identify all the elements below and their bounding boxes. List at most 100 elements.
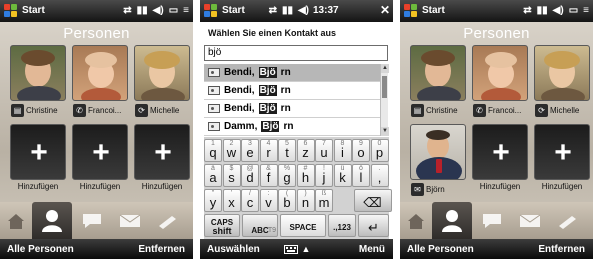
key-j[interactable]: ! j — [315, 164, 333, 187]
numbers-key[interactable]: .,123 — [328, 214, 356, 237]
start-label[interactable]: Start — [422, 5, 445, 16]
backspace-key[interactable]: ⌫ — [353, 189, 392, 212]
contact-tile-christine[interactable] — [10, 45, 66, 101]
key-r[interactable]: 4r — [259, 139, 278, 162]
scroll-thumb[interactable] — [382, 76, 387, 98]
key-o[interactable]: 9o — [352, 139, 370, 162]
volume-icon[interactable]: ◀) — [153, 4, 164, 18]
contact-name-francoise[interactable]: ✆ Francoi... — [473, 102, 531, 118]
list-item[interactable]: Bendi, Bjö rn — [204, 100, 380, 118]
pen-icon[interactable] — [152, 208, 184, 234]
key-f[interactable]: & f — [259, 164, 278, 187]
add-contact-label[interactable]: Hinzufügen — [132, 182, 192, 191]
softkey-remove[interactable]: Entfernen — [138, 244, 185, 255]
key-c[interactable]: / c — [241, 189, 259, 212]
windows-start-icon[interactable] — [204, 4, 218, 18]
scroll-up-icon[interactable]: ▲ — [381, 64, 389, 73]
key-u[interactable]: 7u — [315, 139, 333, 162]
contact-tile-bjorn[interactable] — [410, 124, 466, 180]
start-label[interactable]: Start — [222, 5, 245, 16]
contact-tile-francoise[interactable] — [72, 45, 128, 101]
softkey-remove[interactable]: Entfernen — [538, 244, 585, 255]
add-contact-label[interactable]: Hinzufügen — [532, 182, 592, 191]
home-icon[interactable] — [400, 208, 432, 234]
contact-name-bjorn[interactable]: ✉ Björn — [411, 181, 469, 197]
person-icon[interactable] — [32, 202, 72, 239]
contact-name-christine[interactable]: ▤ Christine — [11, 102, 69, 118]
contact-tile-michelle[interactable] — [534, 45, 590, 101]
close-icon[interactable]: ✕ — [380, 3, 390, 17]
key-s[interactable]: $ s — [222, 164, 241, 187]
key-i[interactable]: 8i — [333, 139, 352, 162]
softkey-select[interactable]: Auswählen — [207, 244, 260, 255]
key-label: w — [226, 145, 237, 160]
space-key[interactable]: SPACE — [280, 214, 326, 237]
add-contact-tile-1[interactable]: + — [10, 124, 66, 180]
key-e[interactable]: 3e — [241, 139, 259, 162]
key-label: j — [322, 170, 326, 185]
add-contact-tile-2[interactable]: + — [472, 124, 528, 180]
contact-name-michelle[interactable]: ⟳ Michelle — [535, 102, 593, 118]
key-q[interactable]: 1q — [204, 139, 222, 162]
add-contact-label[interactable]: Hinzufügen — [470, 182, 530, 191]
contact-name-francoise[interactable]: ✆ Francoi... — [73, 102, 131, 118]
key-x[interactable]: ' x — [222, 189, 241, 212]
key-b[interactable]: (b — [278, 189, 296, 212]
key-w[interactable]: 2w — [222, 139, 241, 162]
add-contact-label[interactable]: Hinzufügen — [70, 182, 130, 191]
key-label: f — [266, 170, 271, 185]
contact-tile-christine[interactable] — [410, 45, 466, 101]
mail-icon[interactable] — [114, 208, 146, 234]
add-contact-tile-3[interactable]: + — [134, 124, 190, 180]
mail-icon[interactable] — [514, 208, 546, 234]
volume-icon[interactable]: ◀) — [298, 4, 309, 18]
key-p[interactable]: 0p — [370, 139, 389, 162]
key-n[interactable]: ) n — [296, 189, 315, 212]
contact-tile-michelle[interactable] — [134, 45, 190, 101]
key-g[interactable]: % g — [278, 164, 296, 187]
add-contact-tile-2[interactable]: + — [72, 124, 128, 180]
list-item[interactable]: Bendi, Bjö rn — [204, 82, 380, 100]
key-y[interactable]: " y — [204, 189, 222, 212]
key-d[interactable]: @ d — [241, 164, 259, 187]
add-contact-label[interactable]: Hinzufügen — [8, 182, 68, 191]
softkey-all-people[interactable]: Alle Personen — [407, 244, 474, 255]
scrollbar[interactable]: ▲ ▼ — [380, 64, 389, 136]
message-icon[interactable] — [476, 208, 508, 234]
contact-tile-francoise[interactable] — [472, 45, 528, 101]
softkey-all-people[interactable]: Alle Personen — [7, 244, 74, 255]
message-icon[interactable] — [76, 208, 108, 234]
contact-name-christine[interactable]: ▤ Christine — [411, 102, 469, 118]
search-input[interactable]: bjö — [204, 45, 388, 61]
abc-t9-key[interactable]: ABC T9 — [242, 214, 278, 237]
volume-icon[interactable]: ◀) — [553, 4, 564, 18]
scroll-down-icon[interactable]: ▼ — [381, 127, 389, 136]
menu-icon[interactable]: ≡ — [583, 4, 589, 18]
home-icon[interactable] — [0, 208, 32, 234]
menu-icon[interactable]: ≡ — [183, 4, 189, 18]
input-panel-button[interactable]: ▲ — [279, 242, 315, 256]
list-item[interactable]: Damm, Bjö rn — [204, 118, 380, 136]
contact-photo — [411, 46, 465, 100]
key-m[interactable]: ßm — [315, 189, 333, 212]
windows-start-icon[interactable] — [4, 4, 18, 18]
start-label[interactable]: Start — [22, 5, 45, 16]
pen-icon[interactable] — [552, 208, 584, 234]
key-label: c — [246, 195, 254, 210]
softkey-menu[interactable]: Menü — [359, 244, 385, 255]
list-item[interactable]: Bendi, Bjö rn — [204, 64, 380, 82]
key-comma[interactable]: ., — [370, 164, 389, 187]
person-icon[interactable] — [432, 202, 472, 239]
key-l[interactable]: öl — [352, 164, 370, 187]
key-z[interactable]: 6z — [296, 139, 315, 162]
key-k[interactable]: ük — [333, 164, 352, 187]
key-h[interactable]: # h — [296, 164, 315, 187]
key-t[interactable]: 5t — [278, 139, 296, 162]
enter-key[interactable]: ↵ — [358, 214, 389, 237]
caps-shift-key[interactable]: CAPS shift — [204, 214, 240, 237]
add-contact-tile-3[interactable]: + — [534, 124, 590, 180]
key-a[interactable]: äa — [204, 164, 222, 187]
contact-name-michelle[interactable]: ⟳ Michelle — [135, 102, 193, 118]
windows-start-icon[interactable] — [404, 4, 418, 18]
key-v[interactable]: :v — [259, 189, 278, 212]
